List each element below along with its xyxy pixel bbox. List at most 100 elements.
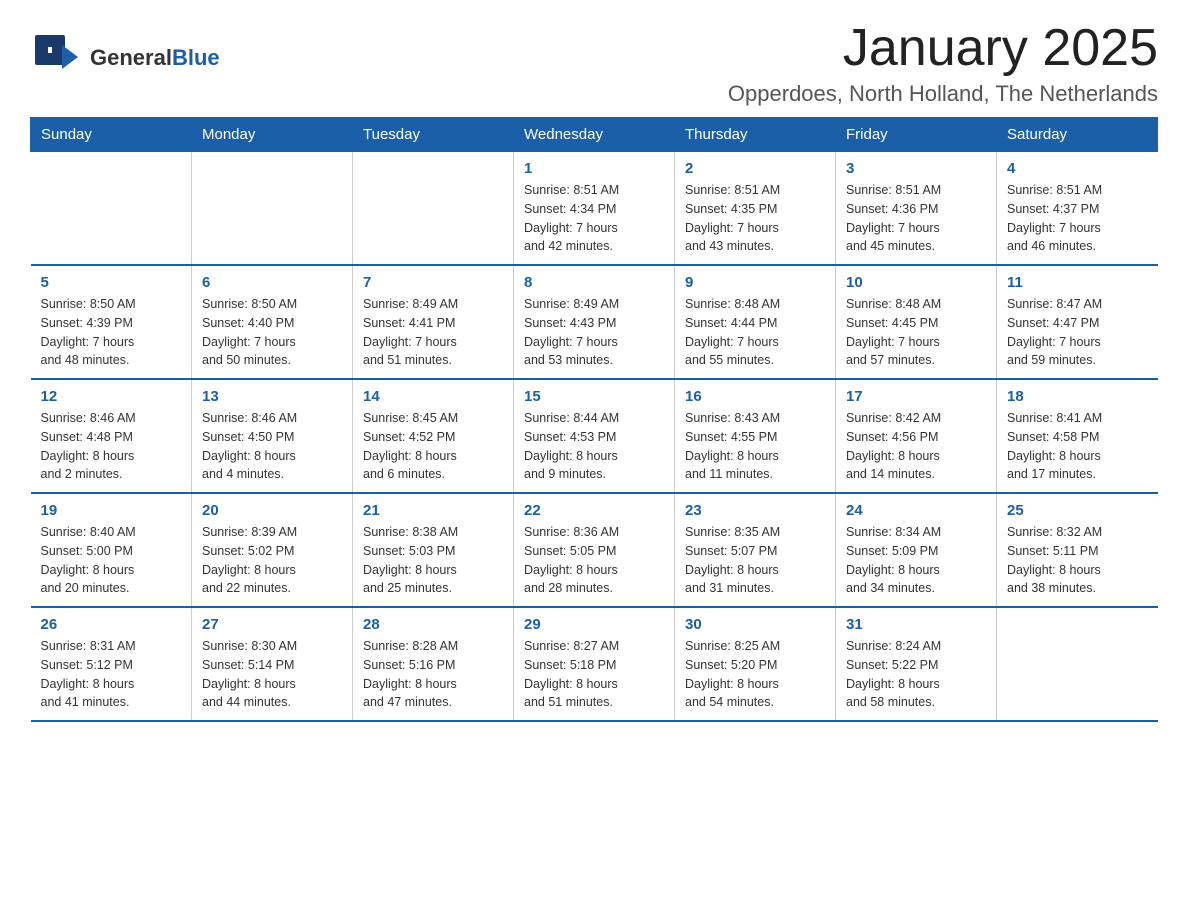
day-info: Sunrise: 8:41 AM Sunset: 4:58 PM Dayligh… (1007, 409, 1148, 484)
day-info: Sunrise: 8:51 AM Sunset: 4:37 PM Dayligh… (1007, 181, 1148, 256)
header: GeneralBlue January 2025 Opperdoes, Nort… (30, 20, 1158, 107)
day-number: 21 (363, 502, 503, 519)
calendar-cell: 9 Sunrise: 8:48 AM Sunset: 4:44 PM Daylig… (675, 265, 836, 379)
calendar-cell: 19 Sunrise: 8:40 AM Sunset: 5:00 PM Dayli… (31, 493, 192, 607)
day-number: 13 (202, 388, 342, 405)
day-number: 3 (846, 160, 986, 177)
header-monday: Monday (192, 118, 353, 152)
calendar-cell: 11 Sunrise: 8:47 AM Sunset: 4:47 PM Dayli… (997, 265, 1158, 379)
header-saturday: Saturday (997, 118, 1158, 152)
calendar-cell: 31 Sunrise: 8:24 AM Sunset: 5:22 PM Dayli… (836, 607, 997, 721)
calendar-cell (997, 607, 1158, 721)
header-wednesday: Wednesday (514, 118, 675, 152)
day-info: Sunrise: 8:36 AM Sunset: 5:05 PM Dayligh… (524, 523, 664, 598)
day-info: Sunrise: 8:28 AM Sunset: 5:16 PM Dayligh… (363, 637, 503, 712)
calendar-cell: 10 Sunrise: 8:48 AM Sunset: 4:45 PM Dayli… (836, 265, 997, 379)
calendar-cell (31, 152, 192, 266)
day-number: 20 (202, 502, 342, 519)
day-info: Sunrise: 8:48 AM Sunset: 4:44 PM Dayligh… (685, 295, 825, 370)
day-info: Sunrise: 8:30 AM Sunset: 5:14 PM Dayligh… (202, 637, 342, 712)
day-number: 15 (524, 388, 664, 405)
day-number: 9 (685, 274, 825, 291)
calendar-cell: 30Sunrise: 8:25 AM Sunset: 5:20 PM Dayli… (675, 607, 836, 721)
logo-svg (30, 30, 85, 85)
day-info: Sunrise: 8:27 AM Sunset: 5:18 PM Dayligh… (524, 637, 664, 712)
calendar-cell: 23Sunrise: 8:35 AM Sunset: 5:07 PM Dayli… (675, 493, 836, 607)
day-number: 10 (846, 274, 986, 291)
day-number: 28 (363, 616, 503, 633)
calendar-cell: 21 Sunrise: 8:38 AM Sunset: 5:03 PM Dayli… (353, 493, 514, 607)
header-sunday: Sunday (31, 118, 192, 152)
header-thursday: Thursday (675, 118, 836, 152)
day-number: 4 (1007, 160, 1148, 177)
calendar-cell: 29 Sunrise: 8:27 AM Sunset: 5:18 PM Dayli… (514, 607, 675, 721)
calendar-cell: 15 Sunrise: 8:44 AM Sunset: 4:53 PM Dayli… (514, 379, 675, 493)
calendar-cell: 3Sunrise: 8:51 AM Sunset: 4:36 PM Daylig… (836, 152, 997, 266)
day-info: Sunrise: 8:51 AM Sunset: 4:35 PM Dayligh… (685, 181, 825, 256)
day-number: 29 (524, 616, 664, 633)
calendar-cell: 22Sunrise: 8:36 AM Sunset: 5:05 PM Dayli… (514, 493, 675, 607)
calendar-cell (192, 152, 353, 266)
calendar-week-5: 26 Sunrise: 8:31 AM Sunset: 5:12 PM Dayli… (31, 607, 1158, 721)
day-info: Sunrise: 8:45 AM Sunset: 4:52 PM Dayligh… (363, 409, 503, 484)
calendar-cell (353, 152, 514, 266)
logo-blue: Blue (172, 45, 220, 70)
day-number: 27 (202, 616, 342, 633)
calendar-cell: 14Sunrise: 8:45 AM Sunset: 4:52 PM Dayli… (353, 379, 514, 493)
calendar-cell: 12Sunrise: 8:46 AM Sunset: 4:48 PM Dayli… (31, 379, 192, 493)
day-info: Sunrise: 8:50 AM Sunset: 4:39 PM Dayligh… (41, 295, 182, 370)
calendar-week-3: 12Sunrise: 8:46 AM Sunset: 4:48 PM Dayli… (31, 379, 1158, 493)
day-number: 18 (1007, 388, 1148, 405)
day-info: Sunrise: 8:38 AM Sunset: 5:03 PM Dayligh… (363, 523, 503, 598)
day-number: 19 (41, 502, 182, 519)
logo-general: General (90, 45, 172, 70)
day-number: 26 (41, 616, 182, 633)
day-info: Sunrise: 8:49 AM Sunset: 4:43 PM Dayligh… (524, 295, 664, 370)
day-number: 17 (846, 388, 986, 405)
day-info: Sunrise: 8:24 AM Sunset: 5:22 PM Dayligh… (846, 637, 986, 712)
calendar-cell: 25Sunrise: 8:32 AM Sunset: 5:11 PM Dayli… (997, 493, 1158, 607)
day-info: Sunrise: 8:34 AM Sunset: 5:09 PM Dayligh… (846, 523, 986, 598)
calendar-cell: 8Sunrise: 8:49 AM Sunset: 4:43 PM Daylig… (514, 265, 675, 379)
calendar-cell: 18 Sunrise: 8:41 AM Sunset: 4:58 PM Dayli… (997, 379, 1158, 493)
day-info: Sunrise: 8:35 AM Sunset: 5:07 PM Dayligh… (685, 523, 825, 598)
title-area: January 2025 Opperdoes, North Holland, T… (728, 20, 1158, 107)
main-title: January 2025 (728, 20, 1158, 77)
day-info: Sunrise: 8:47 AM Sunset: 4:47 PM Dayligh… (1007, 295, 1148, 370)
day-number: 7 (363, 274, 503, 291)
header-tuesday: Tuesday (353, 118, 514, 152)
day-number: 16 (685, 388, 825, 405)
calendar-cell: 2Sunrise: 8:51 AM Sunset: 4:35 PM Daylig… (675, 152, 836, 266)
calendar-cell: 5Sunrise: 8:50 AM Sunset: 4:39 PM Daylig… (31, 265, 192, 379)
calendar-cell: 7 Sunrise: 8:49 AM Sunset: 4:41 PM Daylig… (353, 265, 514, 379)
day-info: Sunrise: 8:40 AM Sunset: 5:00 PM Dayligh… (41, 523, 182, 598)
day-info: Sunrise: 8:49 AM Sunset: 4:41 PM Dayligh… (363, 295, 503, 370)
day-number: 11 (1007, 274, 1148, 291)
subtitle: Opperdoes, North Holland, The Netherland… (728, 81, 1158, 107)
calendar-week-1: 1Sunrise: 8:51 AM Sunset: 4:34 PM Daylig… (31, 152, 1158, 266)
day-info: Sunrise: 8:31 AM Sunset: 5:12 PM Dayligh… (41, 637, 182, 712)
header-friday: Friday (836, 118, 997, 152)
day-info: Sunrise: 8:25 AM Sunset: 5:20 PM Dayligh… (685, 637, 825, 712)
day-info: Sunrise: 8:39 AM Sunset: 5:02 PM Dayligh… (202, 523, 342, 598)
calendar-cell: 28 Sunrise: 8:28 AM Sunset: 5:16 PM Dayli… (353, 607, 514, 721)
logo: GeneralBlue (30, 30, 220, 85)
day-info: Sunrise: 8:44 AM Sunset: 4:53 PM Dayligh… (524, 409, 664, 484)
calendar-cell: 4 Sunrise: 8:51 AM Sunset: 4:37 PM Daylig… (997, 152, 1158, 266)
day-info: Sunrise: 8:46 AM Sunset: 4:50 PM Dayligh… (202, 409, 342, 484)
logo-icon (30, 30, 85, 85)
calendar-week-4: 19 Sunrise: 8:40 AM Sunset: 5:00 PM Dayli… (31, 493, 1158, 607)
day-info: Sunrise: 8:48 AM Sunset: 4:45 PM Dayligh… (846, 295, 986, 370)
day-number: 31 (846, 616, 986, 633)
calendar-week-2: 5Sunrise: 8:50 AM Sunset: 4:39 PM Daylig… (31, 265, 1158, 379)
calendar-cell: 26 Sunrise: 8:31 AM Sunset: 5:12 PM Dayli… (31, 607, 192, 721)
calendar-cell: 27 Sunrise: 8:30 AM Sunset: 5:14 PM Dayli… (192, 607, 353, 721)
calendar-cell: 24Sunrise: 8:34 AM Sunset: 5:09 PM Dayli… (836, 493, 997, 607)
calendar-table: SundayMondayTuesdayWednesdayThursdayFrid… (30, 117, 1158, 722)
day-info: Sunrise: 8:42 AM Sunset: 4:56 PM Dayligh… (846, 409, 986, 484)
day-number: 6 (202, 274, 342, 291)
calendar-cell: 16Sunrise: 8:43 AM Sunset: 4:55 PM Dayli… (675, 379, 836, 493)
calendar-cell: 6Sunrise: 8:50 AM Sunset: 4:40 PM Daylig… (192, 265, 353, 379)
day-info: Sunrise: 8:32 AM Sunset: 5:11 PM Dayligh… (1007, 523, 1148, 598)
day-number: 1 (524, 160, 664, 177)
